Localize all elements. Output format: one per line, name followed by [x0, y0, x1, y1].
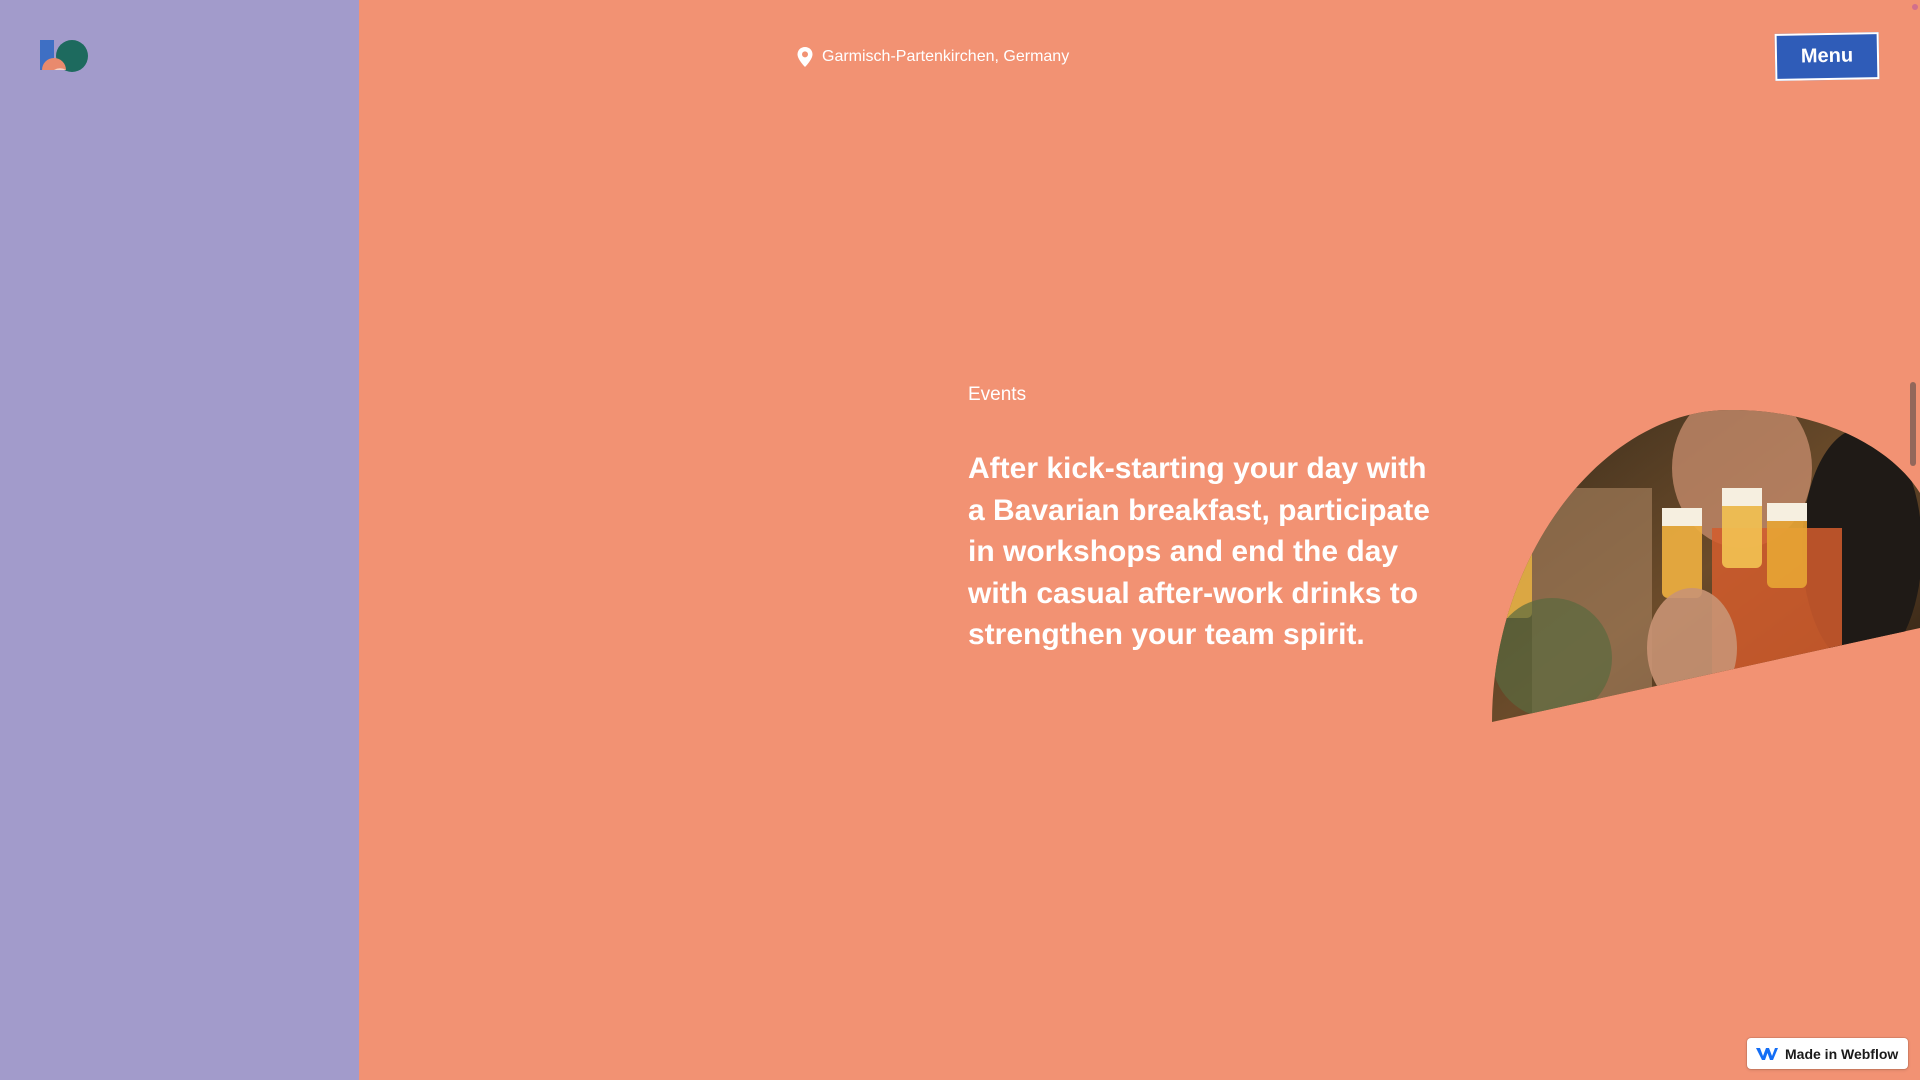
corner-indicator: [1912, 4, 1918, 10]
left-panel: [0, 0, 359, 1080]
logo-icon[interactable]: [38, 36, 94, 76]
location-text: Garmisch-Partenkirchen, Germany: [822, 48, 1070, 65]
location-pin-icon: [797, 47, 813, 67]
location: Garmisch-Partenkirchen, Germany: [796, 46, 1069, 68]
page: Garmisch-Partenkirchen, Germany Menu Eve…: [0, 0, 1920, 1080]
made-in-webflow-badge[interactable]: Made in Webflow: [1747, 1038, 1908, 1069]
scrollbar-thumb[interactable]: [1910, 382, 1916, 466]
section-label: Events: [968, 384, 1027, 405]
menu-button[interactable]: Menu: [1774, 32, 1880, 81]
badge-label: Made in Webflow: [1785, 1045, 1899, 1062]
headline: After kick-starting your day with a Bava…: [968, 452, 1430, 651]
webflow-logo-icon: [1756, 1047, 1778, 1060]
event-photo: [1492, 409, 1920, 722]
